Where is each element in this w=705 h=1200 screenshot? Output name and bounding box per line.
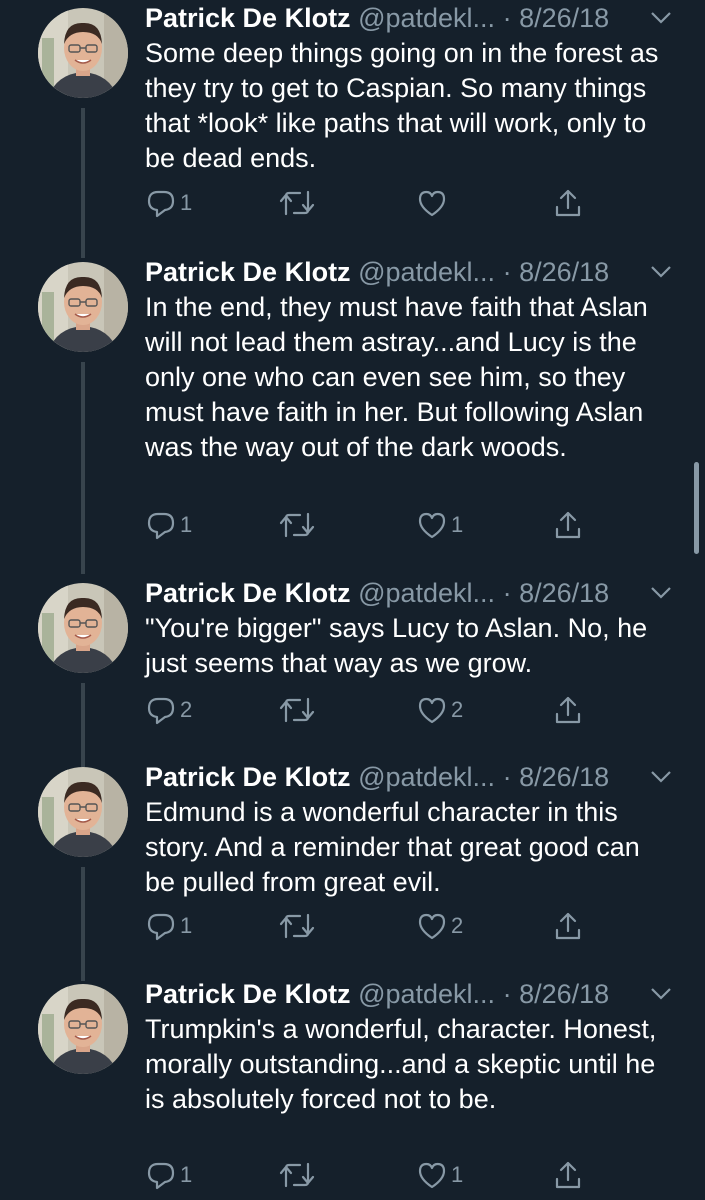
timestamp[interactable]: 8/26/18 xyxy=(519,578,609,608)
reply-count: 2 xyxy=(180,697,193,722)
timestamp[interactable]: 8/26/18 xyxy=(519,3,609,33)
retweet-button[interactable] xyxy=(278,186,320,220)
display-name[interactable]: Patrick De Klotz xyxy=(145,257,351,287)
retweet-icon xyxy=(279,697,315,723)
like-button[interactable]: 1 xyxy=(417,1158,463,1192)
reply-button[interactable]: 1 xyxy=(146,186,192,220)
display-name[interactable]: Patrick De Klotz xyxy=(145,578,351,608)
like-button[interactable]: 1 xyxy=(417,508,463,542)
like-button[interactable]: 2 xyxy=(417,909,463,943)
chevron-down-icon[interactable] xyxy=(650,585,672,601)
share-button[interactable] xyxy=(553,693,583,727)
share-button[interactable] xyxy=(553,508,583,542)
share-icon xyxy=(555,912,581,940)
heart-icon xyxy=(418,512,446,539)
reply-count: 1 xyxy=(180,512,193,537)
separator: · xyxy=(495,578,520,608)
reply-count: 1 xyxy=(180,913,193,938)
separator: · xyxy=(495,3,520,33)
reply-icon xyxy=(147,190,175,218)
username[interactable]: @patdekl... xyxy=(358,762,495,792)
share-button[interactable] xyxy=(553,1158,583,1192)
username[interactable]: @patdekl... xyxy=(358,578,495,608)
username[interactable]: @patdekl... xyxy=(358,257,495,287)
tweet-header: Patrick De Klotz @patdekl... · 8/26/18 xyxy=(145,0,609,36)
username[interactable]: @patdekl... xyxy=(358,979,495,1009)
timestamp[interactable]: 8/26/18 xyxy=(519,257,609,287)
tweet-header: Patrick De Klotz @patdekl... · 8/26/18 xyxy=(145,575,609,611)
tweet-header: Patrick De Klotz @patdekl... · 8/26/18 xyxy=(145,976,609,1012)
display-name[interactable]: Patrick De Klotz xyxy=(145,979,351,1009)
reply-count: 1 xyxy=(180,1162,193,1187)
thread-line xyxy=(81,683,85,767)
retweet-icon xyxy=(279,1162,315,1188)
avatar[interactable] xyxy=(38,583,128,673)
avatar[interactable] xyxy=(38,984,128,1074)
share-icon xyxy=(555,696,581,724)
retweet-icon xyxy=(279,190,315,216)
retweet-button[interactable] xyxy=(278,693,320,727)
reply-icon xyxy=(147,1162,175,1190)
username[interactable]: @patdekl... xyxy=(358,3,495,33)
reply-count: 1 xyxy=(180,190,193,215)
tweet-text: "You're bigger" says Lucy to Aslan. No, … xyxy=(145,613,648,678)
like-count: 2 xyxy=(451,697,464,722)
share-icon xyxy=(555,189,581,217)
share-button[interactable] xyxy=(553,186,583,220)
retweet-icon xyxy=(279,512,315,538)
share-icon xyxy=(555,1161,581,1189)
thread-line xyxy=(81,108,85,258)
separator: · xyxy=(495,257,520,287)
heart-icon xyxy=(418,913,446,940)
like-count: 2 xyxy=(451,913,464,938)
tweet-text: Trumpkin's a wonderful, character. Hones… xyxy=(145,1014,657,1114)
thread-line xyxy=(81,867,85,981)
like-count: 1 xyxy=(451,512,464,537)
tweet-text: In the end, they must have faith that As… xyxy=(145,292,648,462)
retweet-button[interactable] xyxy=(278,1158,320,1192)
avatar[interactable] xyxy=(38,8,128,98)
like-count: 1 xyxy=(451,1162,464,1187)
reply-icon xyxy=(147,697,175,725)
display-name[interactable]: Patrick De Klotz xyxy=(145,3,351,33)
share-button[interactable] xyxy=(553,909,583,943)
like-button[interactable] xyxy=(417,186,451,220)
tweet-text: Some deep things going on in the forest … xyxy=(145,38,659,173)
separator: · xyxy=(495,762,520,792)
retweet-icon xyxy=(279,913,315,939)
reply-icon xyxy=(147,512,175,540)
chevron-down-icon[interactable] xyxy=(650,769,672,785)
avatar[interactable] xyxy=(38,767,128,857)
heart-icon xyxy=(418,190,446,217)
reply-button[interactable]: 1 xyxy=(146,1158,192,1192)
heart-icon xyxy=(418,697,446,724)
reply-button[interactable]: 1 xyxy=(146,909,192,943)
retweet-button[interactable] xyxy=(278,508,320,542)
tweet-header: Patrick De Klotz @patdekl... · 8/26/18 xyxy=(145,254,609,290)
timestamp[interactable]: 8/26/18 xyxy=(519,979,609,1009)
chevron-down-icon[interactable] xyxy=(650,986,672,1002)
avatar[interactable] xyxy=(38,262,128,352)
scrollbar[interactable] xyxy=(694,462,699,554)
reply-icon xyxy=(147,913,175,941)
tweet-header: Patrick De Klotz @patdekl... · 8/26/18 xyxy=(145,759,609,795)
display-name[interactable]: Patrick De Klotz xyxy=(145,762,351,792)
heart-icon xyxy=(418,1162,446,1189)
like-button[interactable]: 2 xyxy=(417,693,463,727)
share-icon xyxy=(555,511,581,539)
reply-button[interactable]: 2 xyxy=(146,693,192,727)
separator: · xyxy=(495,979,520,1009)
retweet-button[interactable] xyxy=(278,909,320,943)
reply-button[interactable]: 1 xyxy=(146,508,192,542)
chevron-down-icon[interactable] xyxy=(650,264,672,280)
tweet-text: Edmund is a wonderful character in this … xyxy=(145,797,640,897)
chevron-down-icon[interactable] xyxy=(650,10,672,26)
timestamp[interactable]: 8/26/18 xyxy=(519,762,609,792)
thread-line xyxy=(81,362,85,574)
